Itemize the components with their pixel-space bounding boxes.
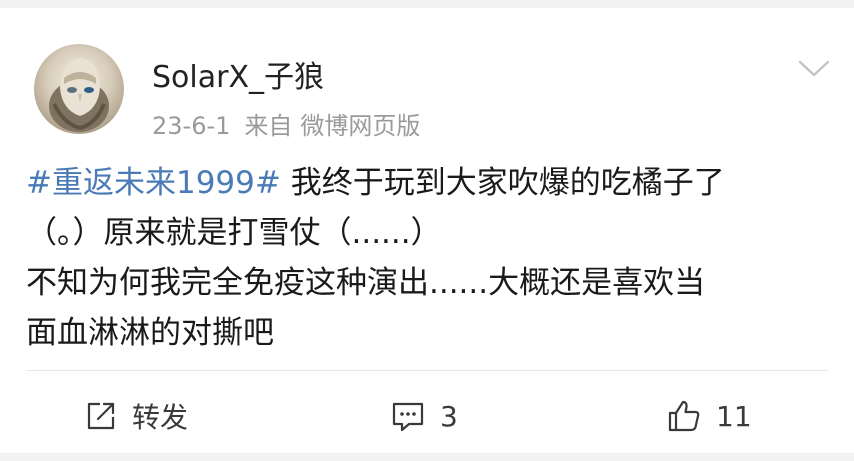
post-meta: 23-6-1 来自 微博网页版 (152, 106, 420, 141)
like-count: 11 (716, 399, 752, 433)
hashtag-link[interactable]: #重返未来1999# (26, 165, 281, 201)
comment-icon (392, 402, 424, 432)
divider (26, 370, 828, 371)
chevron-down-icon (798, 60, 830, 77)
source-label: 来自 (244, 112, 293, 140)
weibo-post-card: SolarX_子狼 23-6-1 来自 微博网页版 #重返未来1999# 我终于玩到… (0, 8, 854, 453)
avatar-image (49, 58, 109, 132)
post-text-3: 不知为何我完全免疫这种演出......大概还是喜欢当 (26, 265, 706, 301)
post-text-1: 我终于玩到大家吹爆的吃橘子了 (280, 165, 725, 201)
post-text-2: （。）原来就是打雪仗（......） (26, 215, 442, 251)
avatar[interactable] (34, 44, 124, 134)
post-text-4: 面血淋淋的对撕吧 (26, 315, 274, 351)
like-button[interactable]: 11 (666, 396, 752, 436)
comment-count: 3 (440, 399, 458, 433)
repost-label: 转发 (132, 401, 189, 434)
post-source[interactable]: 微博网页版 (300, 112, 420, 140)
repost-button[interactable]: 转发 (84, 396, 188, 436)
post-line-1: #重返未来1999# 我终于玩到大家吹爆的吃橘子了 (26, 158, 826, 208)
comment-button[interactable]: 3 (390, 396, 458, 436)
post-menu-button[interactable] (794, 56, 834, 82)
post-content: #重返未来1999# 我终于玩到大家吹爆的吃橘子了 （。）原来就是打雪仗（...… (26, 158, 826, 358)
post-date: 23-6-1 (152, 112, 231, 140)
thumbs-up-icon (668, 400, 700, 432)
share-icon (87, 402, 115, 430)
author-name[interactable]: SolarX_子狼 (152, 52, 324, 96)
